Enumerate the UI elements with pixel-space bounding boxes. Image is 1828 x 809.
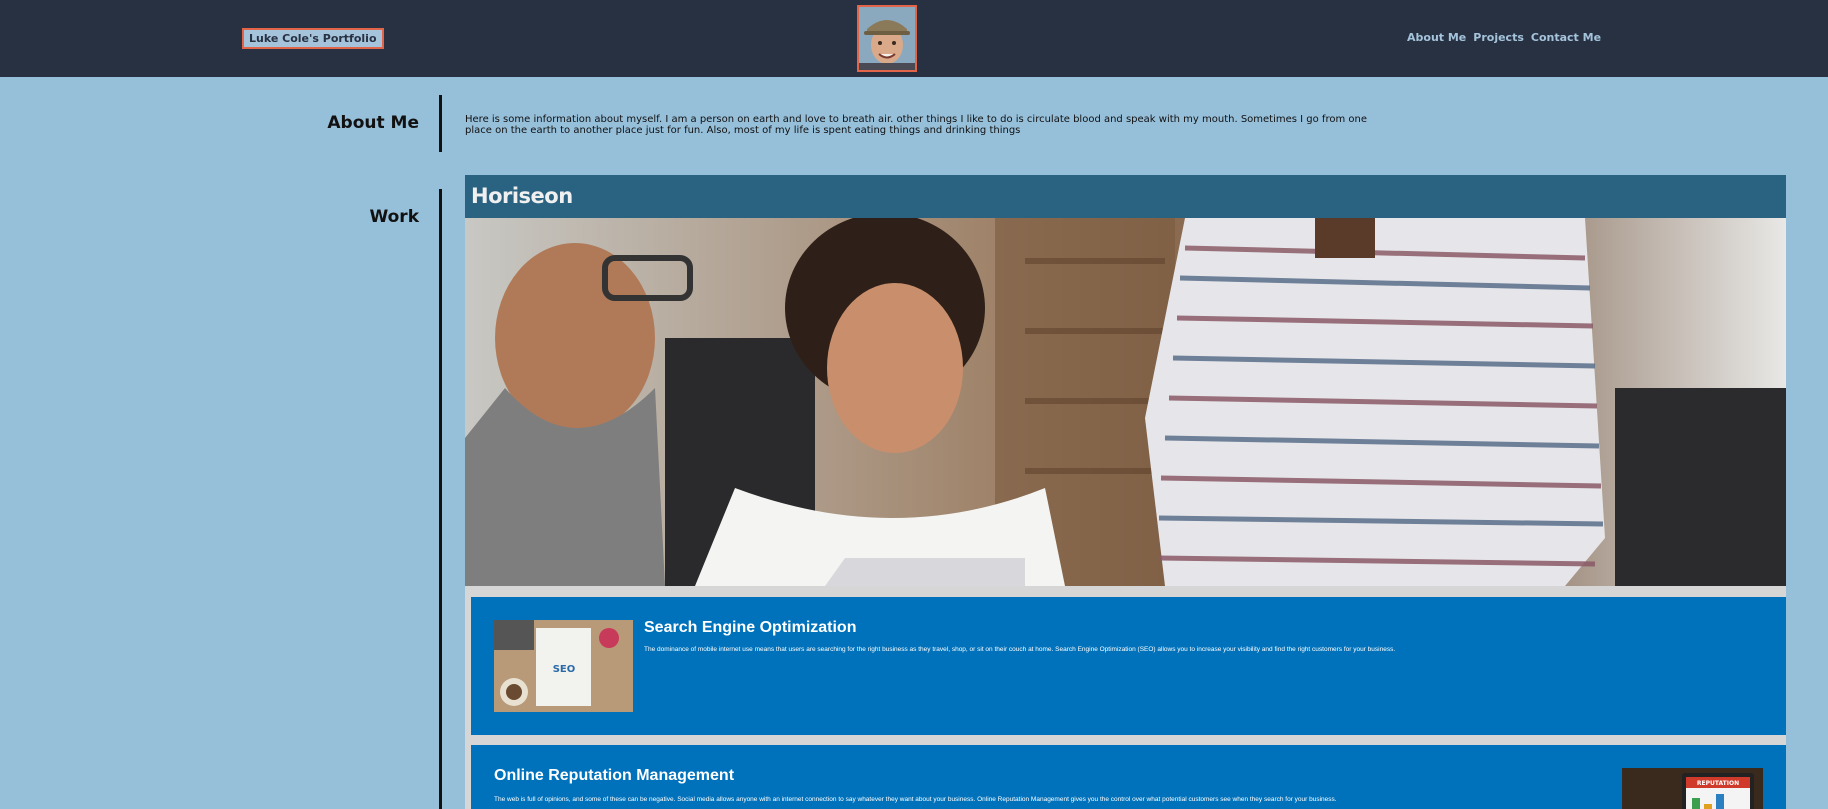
nav-projects[interactable]: Projects — [1473, 31, 1524, 44]
about-heading: About Me — [327, 113, 419, 133]
nav-contact-me[interactable]: Contact Me — [1531, 31, 1601, 44]
reputation-thumb-label: REPUTATION — [1697, 780, 1739, 787]
reputation-thumbnail: REPUTATION — [1622, 768, 1763, 809]
main-nav: About Me Projects Contact Me — [1407, 31, 1601, 44]
seo-thumb-label: SEO — [553, 664, 576, 675]
service-card-seo: SEO Search Engine Optimization The domin… — [471, 597, 1786, 735]
nav-about-me[interactable]: About Me — [1407, 31, 1466, 44]
work-divider — [439, 189, 442, 809]
seo-description: The dominance of mobile internet use mea… — [644, 646, 1396, 653]
about-text: Here is some information about myself. I… — [465, 114, 1367, 136]
profile-avatar — [857, 5, 917, 72]
project-logo: Horiseon — [471, 184, 573, 208]
about-divider — [439, 95, 442, 152]
reputation-title: Online Reputation Management — [494, 767, 735, 784]
seo-thumbnail: SEO — [494, 620, 633, 712]
project-preview-horiseon[interactable]: Horiseon SEO Search Engine Optimization … — [465, 175, 1786, 809]
work-heading: Work — [369, 207, 419, 227]
seo-title: Search Engine Optimization — [644, 619, 857, 636]
service-card-reputation: Online Reputation Management The web is … — [471, 745, 1786, 809]
reputation-description: The web is full of opinions, and some of… — [494, 796, 1337, 803]
site-header: Luke Cole's Portfolio About Me Projects … — [0, 0, 1828, 77]
project-header: Horiseon — [465, 175, 1786, 218]
brand-title[interactable]: Luke Cole's Portfolio — [242, 28, 384, 49]
project-hero-image — [465, 218, 1786, 586]
